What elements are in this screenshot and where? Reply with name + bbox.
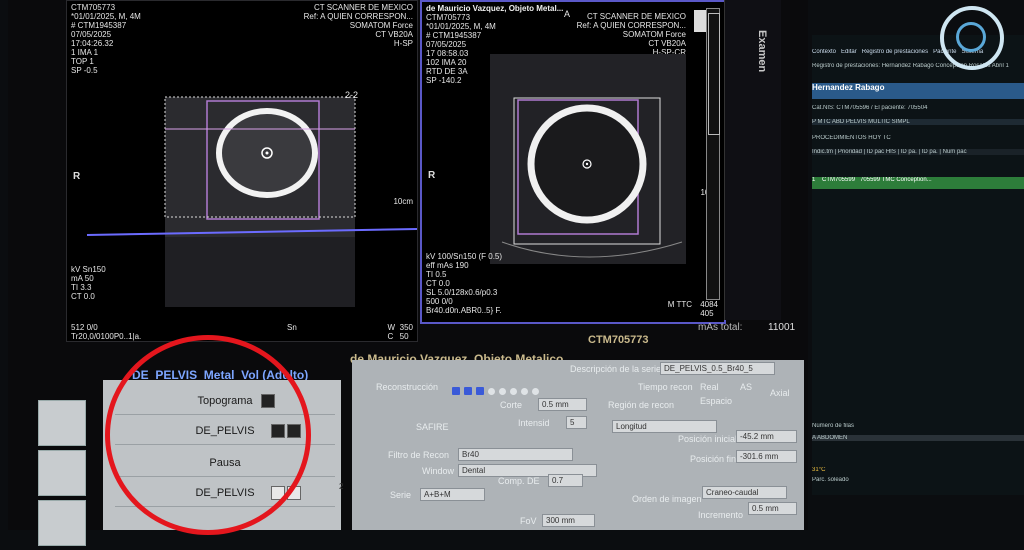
exam-side-panel	[724, 0, 781, 320]
red-annotation-circle	[105, 335, 311, 535]
inc-label: Incremento	[698, 510, 744, 520]
ris-cols: Indic.tm | Prioridad | ID pac HIS | ID p…	[812, 149, 1024, 155]
right-R-marker: R	[428, 170, 436, 181]
comp-label: Comp. DE	[498, 476, 540, 486]
patient-table-icon[interactable]	[38, 400, 86, 446]
serie-field[interactable]: A+B+M	[420, 488, 485, 501]
right-m-label: M TTC	[667, 300, 692, 309]
search-icon[interactable]	[38, 500, 86, 546]
topogram-viewport[interactable]: CTM705773 *01/01/2025, M, 4M # CTM194538…	[66, 0, 418, 342]
patient-position-icon[interactable]	[38, 450, 86, 496]
ris-bottom-field: Número de filas	[812, 423, 855, 429]
axial-viewport[interactable]: de Mauricio Vazquez, Objeto Metal... CTM…	[420, 0, 726, 324]
left-bottom-info: 512 0/0 Tr20,0/0100P0..1|a.	[71, 323, 142, 341]
comp-field[interactable]: 0.7	[548, 474, 583, 487]
ris-bottom-value[interactable]: A ABDOMEN	[812, 435, 1024, 441]
tiempo-label: Tiempo recon	[638, 382, 693, 392]
recon-series-dots[interactable]	[452, 382, 543, 400]
left-wc-labels: W C	[387, 323, 395, 341]
orden-label: Orden de imagen	[632, 494, 702, 504]
ctm-id: CTM705773	[588, 334, 649, 346]
safire-label[interactable]: SAFIRE	[416, 422, 449, 432]
left-mark-2-2: 2-2	[345, 90, 359, 100]
espacio-label: Espacio	[700, 396, 733, 406]
left-params: kV Sn150 mA 50 TI 3.3 CT 0.0	[71, 265, 106, 301]
ct-console-screen: CTM705773 *01/01/2025, M, 4M # CTM194538…	[8, 0, 808, 546]
recon-settings-panel: Reconstrucción Descripción de la serie D…	[352, 360, 804, 530]
pos-final-field[interactable]: -301.6 mm	[736, 450, 797, 463]
pos-inicial-label: Posición inicial	[678, 434, 738, 444]
descripcion-field[interactable]: DE_PELVIS_0.5_Br40_5	[660, 362, 775, 375]
mas-total-value: 11001	[768, 322, 796, 333]
ris-patient: Hernandez Rabago	[812, 83, 1024, 99]
ris-monitor: Contexto Editar Registro de prestaciones…	[812, 35, 1024, 495]
reconstruccion-label: Reconstrucción	[376, 382, 439, 392]
inc-field[interactable]: 0.5 mm	[748, 502, 797, 515]
corte-label: Corte	[500, 400, 523, 410]
weather-sub: Parc. soleado	[812, 477, 849, 483]
weather-temp: 31°C	[812, 467, 826, 473]
ris-subtitle: Registro de prestaciones: Hernandez Raba…	[812, 63, 1009, 69]
right-params: kV 100/Sn150 (F 0.5) eff mAs 190 TI 0.5 …	[426, 252, 503, 315]
pos-inicial-field[interactable]: -45.2 mm	[736, 430, 797, 443]
hospital-logo-icon	[940, 6, 1004, 70]
left-scale-label: 10cm	[393, 197, 413, 206]
examen-tab[interactable]: Examen	[756, 30, 768, 72]
fov-field[interactable]: 300 mm	[542, 514, 595, 527]
ris-headers: PROCEDIMIENTOS HOY TC	[812, 135, 891, 141]
left-sn-label: Sn	[287, 323, 297, 332]
serie-label: Serie	[390, 490, 412, 500]
ris-selected-row[interactable]: 1 CTM705599 705599 TMC Conception...	[812, 177, 1024, 189]
topogram-image	[86, 96, 417, 307]
tiempo-real[interactable]: Real	[700, 382, 719, 392]
step-index: 2	[339, 482, 344, 491]
intensidad-field[interactable]: 5	[566, 416, 587, 429]
axial-label: Axial	[770, 388, 790, 398]
intensidad-label: Intensid	[518, 418, 550, 428]
window-label: Window	[422, 466, 455, 476]
right-wc-values: 4084 405	[700, 300, 718, 318]
corte-field[interactable]: 0.5 mm	[538, 398, 587, 411]
filtro-field[interactable]: Br40	[458, 448, 573, 461]
orden-field[interactable]: Craneo-caudal	[702, 486, 787, 499]
fov-label: FoV	[520, 516, 537, 526]
left-wc-values: 350 50	[399, 323, 413, 341]
left-R-marker: R	[73, 171, 81, 182]
filtro-label: Filtro de Recon	[388, 450, 450, 460]
ris-row1: Cat.NIS: CTM705596 / El paciente: 705504	[812, 105, 928, 111]
region-field[interactable]: Longitud	[612, 420, 717, 433]
axial-scrollbar[interactable]	[706, 8, 720, 300]
mas-total-label: mAs total:	[698, 322, 743, 333]
desc-label: Descripción de la serie	[570, 364, 662, 374]
region-label: Región de recon	[608, 400, 675, 410]
tiempo-as[interactable]: AS	[740, 382, 752, 392]
ris-row2: P MTC ABD PELVIS MULTIC SIMPL	[812, 119, 1024, 125]
tool-strip	[38, 400, 88, 550]
